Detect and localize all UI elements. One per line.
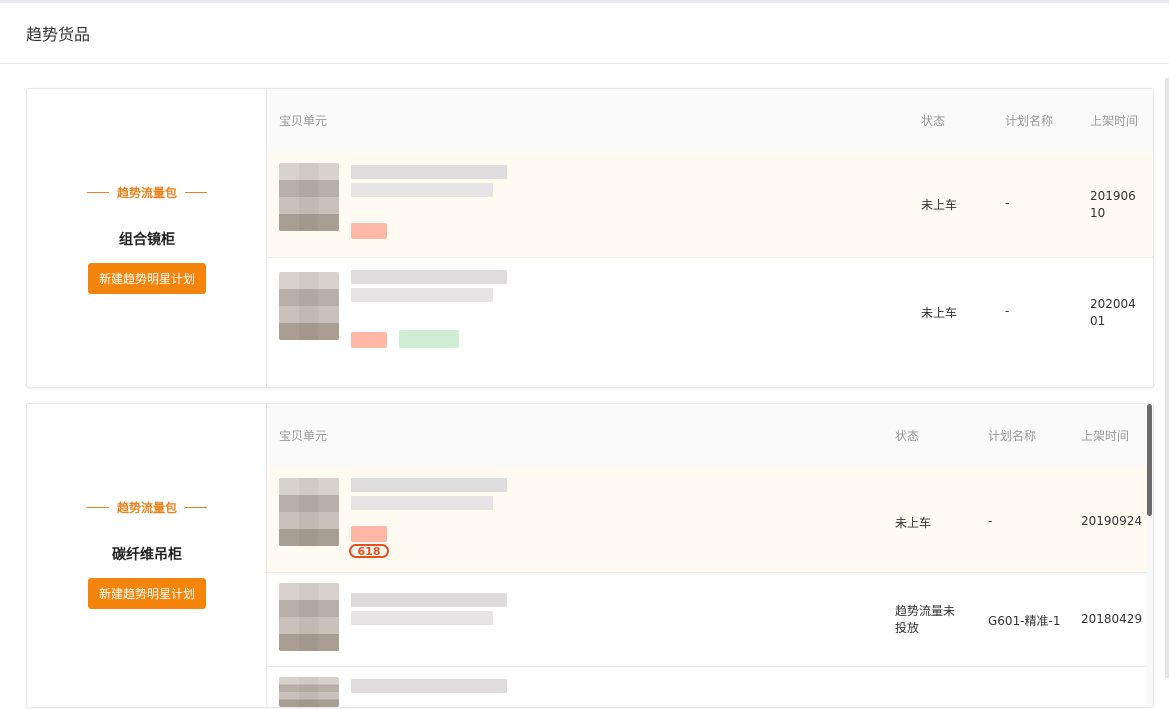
divider <box>185 192 207 193</box>
row-status: 未上车 <box>921 198 958 212</box>
product-thumbnail[interactable] <box>279 272 339 340</box>
product-thumbnail[interactable] <box>279 478 339 546</box>
row-date: 20180429 <box>1081 612 1143 626</box>
package-label: 趋势流量包 <box>27 184 267 201</box>
row-status: 未上车 <box>921 306 958 320</box>
column-header-item: 宝贝单元 <box>279 428 328 443</box>
column-header-plan: 计划名称 <box>988 428 1037 443</box>
row-date: 20190610 <box>1090 189 1136 220</box>
column-header-status: 状态 <box>921 113 946 128</box>
column-header-date: 上架时间 <box>1090 113 1139 128</box>
product-title-blurred <box>351 611 493 625</box>
scrollbar-thumb[interactable] <box>1147 404 1152 516</box>
product-thumbnail[interactable] <box>279 583 339 651</box>
row-status: 未上车 <box>895 516 932 530</box>
table-header: 宝贝单元 状态 计划名称 上架时间 <box>267 404 1153 466</box>
product-title-blurred <box>351 496 493 510</box>
category-name: 组合镜柜 <box>119 232 175 248</box>
category-name: 碳纤维吊柜 <box>112 547 182 563</box>
table-scrollbar[interactable] <box>1146 404 1153 707</box>
promo-tag <box>351 526 387 542</box>
product-thumbnail[interactable] <box>279 677 339 707</box>
page-title: 趋势货品 <box>26 25 91 44</box>
table-row[interactable]: 618 未上车 - 20190924 <box>267 466 1146 573</box>
table-row[interactable]: 趋势流量未投放 G601-精准-1 20180429 <box>267 573 1146 667</box>
package-label-text: 趋势流量包 <box>116 501 177 515</box>
product-title-blurred <box>351 478 507 492</box>
product-table: 宝贝单元 状态 计划名称 上架时间 618 未上车 - 20190924 趋势流… <box>267 404 1153 707</box>
product-title-blurred <box>351 270 507 284</box>
row-plan: G601-精准-1 <box>988 614 1061 628</box>
trend-package-card: 趋势流量包 组合镜柜 新建趋势明星计划 宝贝单元 状态 计划名称 上架时间 未上… <box>26 88 1154 388</box>
row-plan: - <box>1005 196 1010 210</box>
promo-tag <box>399 330 459 348</box>
column-header-date: 上架时间 <box>1081 428 1130 443</box>
package-panel: 趋势流量包 碳纤维吊柜 新建趋势明星计划 <box>27 404 267 707</box>
row-plan: - <box>988 514 993 528</box>
product-title-blurred <box>351 183 493 197</box>
column-header-plan: 计划名称 <box>1005 113 1054 128</box>
package-label: 趋势流量包 <box>27 499 267 516</box>
new-trend-star-plan-button[interactable]: 新建趋势明星计划 <box>88 263 206 294</box>
product-table: 宝贝单元 状态 计划名称 上架时间 未上车 - 20190610 未上车 - 2… <box>267 89 1153 387</box>
product-title-blurred <box>351 679 507 693</box>
divider <box>86 507 109 508</box>
promo-tag <box>351 332 387 348</box>
new-trend-star-plan-button[interactable]: 新建趋势明星计划 <box>88 578 206 609</box>
product-title-blurred <box>351 288 493 302</box>
page-header: 趋势货品 <box>0 3 1169 64</box>
promo-618-badge: 618 <box>349 544 389 558</box>
product-title-blurred <box>351 165 507 179</box>
divider <box>86 192 109 193</box>
row-date: 20200401 <box>1090 297 1136 328</box>
divider <box>185 507 207 508</box>
package-label-text: 趋势流量包 <box>116 186 177 200</box>
trend-package-card: 趋势流量包 碳纤维吊柜 新建趋势明星计划 宝贝单元 状态 计划名称 上架时间 6… <box>26 403 1154 708</box>
row-date: 20190924 <box>1081 514 1143 528</box>
table-header: 宝贝单元 状态 计划名称 上架时间 <box>267 89 1153 151</box>
trend-products-page: 趋势货品 趋势流量包 组合镜柜 新建趋势明星计划 宝贝单元 状态 计划名称 上架… <box>0 0 1169 709</box>
page-scrollbar[interactable] <box>1165 78 1169 678</box>
table-row[interactable]: 未上车 - 20190610 <box>267 151 1153 258</box>
row-plan: - <box>1005 304 1010 318</box>
product-title-blurred <box>351 593 507 607</box>
package-panel: 趋势流量包 组合镜柜 新建趋势明星计划 <box>27 89 267 387</box>
table-row[interactable] <box>267 667 1146 707</box>
row-status: 趋势流量未投放 <box>895 604 956 635</box>
column-header-item: 宝贝单元 <box>279 113 328 128</box>
column-header-status: 状态 <box>895 428 920 443</box>
product-thumbnail[interactable] <box>279 163 339 231</box>
table-row[interactable]: 未上车 - 20200401 <box>267 258 1153 387</box>
promo-tag <box>351 223 387 239</box>
